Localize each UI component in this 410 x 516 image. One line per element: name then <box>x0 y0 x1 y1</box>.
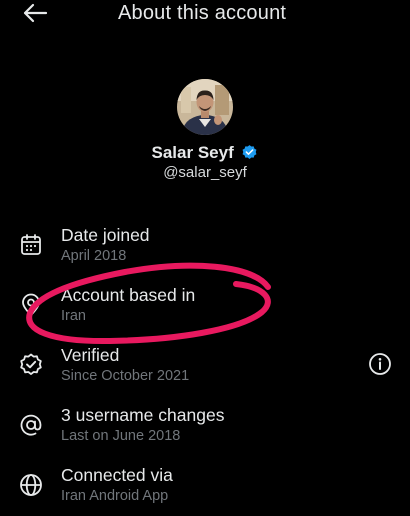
detail-subtitle: Last on June 2018 <box>61 428 181 444</box>
detail-title: Connected via <box>61 465 173 485</box>
back-button[interactable] <box>22 2 50 24</box>
detail-subtitle: Iran Android App <box>61 488 169 504</box>
detail-title: Account based in <box>61 285 196 305</box>
at-sign-icon <box>18 412 44 438</box>
username-handle: @salar_seyf <box>163 164 247 181</box>
detail-row-date-joined: Date joined April 2018 <box>0 224 410 276</box>
detail-row-account-based-in: Account based in Iran <box>0 284 410 336</box>
display-name: Salar Seyf <box>151 143 234 162</box>
detail-subtitle: Iran <box>61 308 86 324</box>
avatar-photo <box>177 79 233 135</box>
detail-subtitle: Since October 2021 <box>61 368 190 384</box>
detail-row-verified: Verified Since October 2021 <box>0 344 410 396</box>
globe-icon <box>18 472 44 498</box>
arrow-left-icon <box>23 3 48 23</box>
page-title: About this account <box>118 2 287 24</box>
detail-row-username-changes: 3 username changes Last on June 2018 <box>0 404 410 456</box>
location-pin-icon <box>18 292 44 318</box>
info-button[interactable] <box>368 352 392 376</box>
detail-title: Verified <box>61 345 120 365</box>
display-name-row: Salar Seyf <box>0 142 410 164</box>
info-icon <box>369 353 391 375</box>
detail-title: 3 username changes <box>61 405 225 425</box>
profile-summary: Salar Seyf @salar_seyf <box>0 78 410 188</box>
top-bar: About this account <box>0 0 410 30</box>
verified-badge-icon <box>241 144 258 161</box>
detail-subtitle: April 2018 <box>61 248 127 264</box>
avatar[interactable] <box>177 79 233 135</box>
detail-row-connected-via: Connected via Iran Android App <box>0 464 410 516</box>
calendar-icon <box>18 232 44 258</box>
detail-title: Date joined <box>61 225 150 245</box>
verified-outline-icon <box>18 352 44 378</box>
